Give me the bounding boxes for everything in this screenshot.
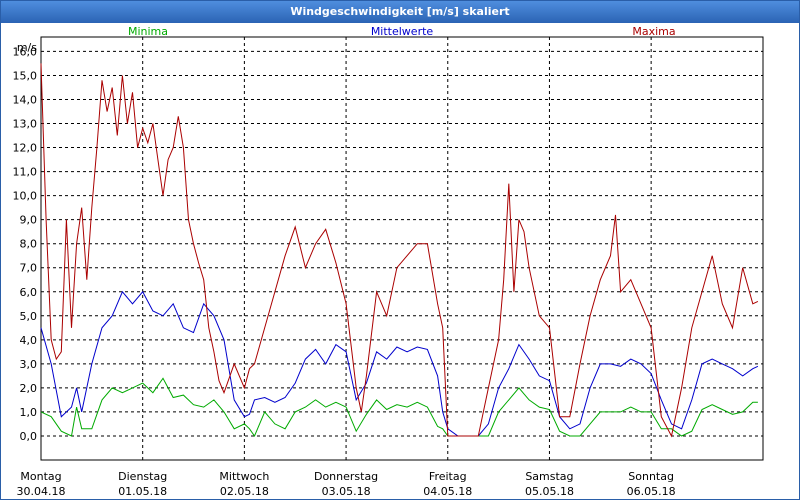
x-tick-date: 30.04.18 xyxy=(17,485,66,498)
x-tick-day: Dienstag xyxy=(118,470,167,483)
y-tick-label: 5,0 xyxy=(20,310,38,323)
legend-entry: Minima xyxy=(128,25,168,38)
series-line-minima xyxy=(40,377,758,438)
series-line-mittelwerte xyxy=(40,290,759,437)
y-tick-label: 15,0 xyxy=(13,69,38,82)
series-line-maxima xyxy=(40,63,759,438)
y-axis-label: m/s xyxy=(17,41,37,54)
y-tick-label: 2,0 xyxy=(20,382,38,395)
x-tick-day: Donnerstag xyxy=(314,470,378,483)
legend-entry: Maxima xyxy=(632,25,675,38)
x-tick-date: 01.05.18 xyxy=(118,485,167,498)
y-tick-label: 1,0 xyxy=(20,406,38,419)
x-tick-day: Freitag xyxy=(429,470,467,483)
y-tick-label: 3,0 xyxy=(20,358,38,371)
y-tick-label: 14,0 xyxy=(13,93,38,106)
y-tick-label: 11,0 xyxy=(13,166,38,179)
wind-speed-chart: 0,0 1,0 2,0 3,0 4,0 5,0 6,0 7,0 8,0 9,0 10,0 11,0 12… xyxy=(13,25,764,498)
x-tick-date: 03.05.18 xyxy=(322,485,371,498)
y-tick-label: 12,0 xyxy=(13,142,38,155)
plot-frame xyxy=(40,36,764,461)
y-tick-label: 10,0 xyxy=(13,190,38,203)
y-tick-label: 13,0 xyxy=(13,118,38,131)
y-tick-label: 8,0 xyxy=(20,238,38,251)
y-tick-label: 0,0 xyxy=(20,430,38,443)
x-tick-day: Mittwoch xyxy=(219,470,269,483)
x-tick-day: Sonntag xyxy=(628,470,674,483)
x-tick-day: Montag xyxy=(20,470,61,483)
y-tick-label: 9,0 xyxy=(20,214,38,227)
legend-entry: Mittelwerte xyxy=(371,25,434,38)
x-tick-day: Samstag xyxy=(525,470,573,483)
x-tick-date: 05.05.18 xyxy=(525,485,574,498)
x-tick-date: 02.05.18 xyxy=(220,485,269,498)
y-tick-label: 6,0 xyxy=(20,286,38,299)
chart-window: Windgeschwindigkeit [m/s] skaliert 0,0 1,… xyxy=(0,0,800,500)
x-tick-date: 04.05.18 xyxy=(423,485,472,498)
y-tick-label: 7,0 xyxy=(20,262,38,275)
x-tick-date: 06.05.18 xyxy=(627,485,676,498)
y-tick-label: 4,0 xyxy=(20,334,38,347)
